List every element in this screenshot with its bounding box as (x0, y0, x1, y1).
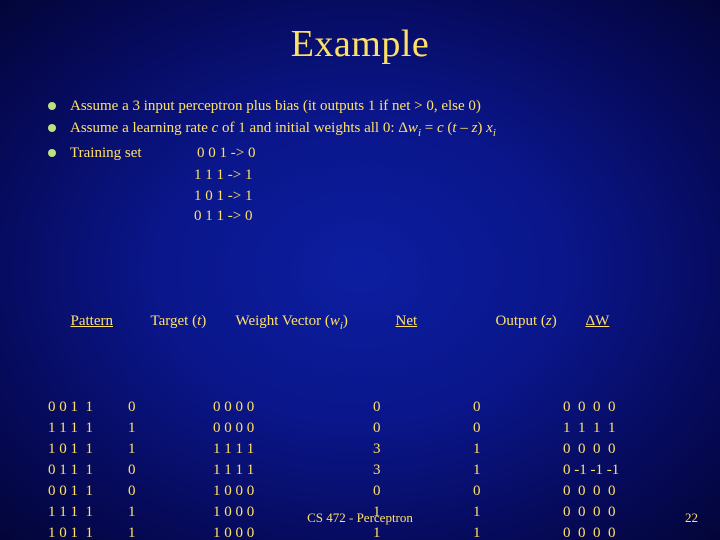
cell-pattern: 0 1 1 1 (48, 460, 128, 481)
table-row: 1 0 1 111 1 1 1310 0 0 0 (48, 439, 720, 460)
cell-pattern: 0 0 1 1 (48, 481, 128, 502)
bullet-list: Assume a 3 input perceptron plus bias (i… (48, 96, 690, 226)
text: Weight Vector ( (236, 311, 330, 332)
training-table: PatternTarget (t)Weight Vector (wi)NetOu… (48, 248, 720, 540)
slide-title: Example (0, 0, 720, 66)
table-header-row: PatternTarget (t)Weight Vector (wi)NetOu… (48, 290, 720, 355)
cell-weight-vector: 0 0 0 0 (213, 418, 373, 439)
training-row: 0 1 1 -> 0 (194, 206, 690, 226)
text: ) (552, 311, 557, 332)
cell-weight-vector: 0 0 0 0 (213, 397, 373, 418)
cell-output: 0 (473, 397, 563, 418)
training-row: 1 0 1 -> 1 (194, 186, 690, 206)
cell-delta-w: 0 0 0 0 (563, 439, 616, 460)
cell-target: 1 (128, 418, 213, 439)
var-w: w (330, 311, 340, 332)
col-header-output: Output (z) (496, 311, 586, 332)
col-header-target: Target (t) (151, 311, 236, 332)
cell-net: 3 (373, 460, 473, 481)
text: ) (201, 311, 206, 332)
bullet-item: Assume a 3 input perceptron plus bias (i… (48, 96, 690, 116)
cell-output: 0 (473, 481, 563, 502)
table-row: 0 0 1 100 0 0 0000 0 0 0 (48, 397, 720, 418)
cell-output: 1 (473, 439, 563, 460)
bullet-text: Assume a learning rate c of 1 and initia… (70, 118, 690, 141)
cell-target: 0 (128, 481, 213, 502)
text: ) (477, 120, 486, 136)
var-x: x (486, 120, 493, 136)
col-header-weight-vector: Weight Vector (wi) (236, 311, 396, 334)
bullet-text: Assume a 3 input perceptron plus bias (i… (70, 96, 690, 116)
cell-weight-vector: 1 1 1 1 (213, 460, 373, 481)
footer-page-number: 22 (685, 510, 698, 526)
bullet-icon (48, 124, 56, 132)
cell-target: 0 (128, 460, 213, 481)
cell-weight-vector: 1 1 1 1 (213, 439, 373, 460)
bullet-icon (48, 149, 56, 157)
bullet-item: Training set 0 0 1 -> 0 (48, 143, 690, 163)
cell-net: 3 (373, 439, 473, 460)
training-set: 1 1 1 -> 1 1 0 1 -> 1 0 1 1 -> 0 (118, 165, 690, 226)
training-row: 0 0 1 -> 0 (197, 145, 255, 161)
cell-delta-w: 0 -1 -1 -1 (563, 460, 619, 481)
table-row: 1 1 1 110 0 0 0001 1 1 1 (48, 418, 720, 439)
text: = (421, 120, 437, 136)
cell-delta-w: 1 1 1 1 (563, 418, 616, 439)
var-c: c (437, 120, 444, 136)
var-w: w (408, 120, 418, 136)
text: ) (343, 311, 348, 332)
bullet-icon (48, 102, 56, 110)
col-header-net: Net (396, 311, 496, 332)
footer-course: CS 472 - Perceptron (0, 510, 720, 526)
cell-output: 1 (473, 460, 563, 481)
cell-net: 0 (373, 397, 473, 418)
cell-pattern: 0 0 1 1 (48, 397, 128, 418)
cell-weight-vector: 1 0 0 0 (213, 481, 373, 502)
text: Assume a learning rate (70, 120, 212, 136)
text: Target ( (151, 311, 198, 332)
cell-delta-w: 0 0 0 0 (563, 481, 616, 502)
cell-pattern: 1 0 1 1 (48, 439, 128, 460)
bullet-item: Assume a learning rate c of 1 and initia… (48, 118, 690, 141)
col-header-delta-w: ΔW (586, 311, 610, 332)
cell-output: 0 (473, 418, 563, 439)
table-row: 0 1 1 101 1 1 1310 -1 -1 -1 (48, 460, 720, 481)
subscript-i: i (493, 127, 496, 139)
text: Output ( (496, 311, 546, 332)
cell-target: 1 (128, 439, 213, 460)
cell-delta-w: 0 0 0 0 (563, 397, 616, 418)
cell-pattern: 1 1 1 1 (48, 418, 128, 439)
text: – (457, 120, 472, 136)
cell-net: 0 (373, 418, 473, 439)
table-row: 0 0 1 101 0 0 0000 0 0 0 (48, 481, 720, 502)
text: Training set (70, 145, 142, 161)
cell-net: 0 (373, 481, 473, 502)
bullet-text: Training set 0 0 1 -> 0 (70, 143, 690, 163)
training-row: 1 1 1 -> 1 (194, 165, 690, 185)
text: of 1 and initial weights all 0: Δ (218, 120, 408, 136)
col-header-pattern: Pattern (71, 311, 151, 332)
slide: Example Assume a 3 input perceptron plus… (0, 0, 720, 540)
cell-target: 0 (128, 397, 213, 418)
